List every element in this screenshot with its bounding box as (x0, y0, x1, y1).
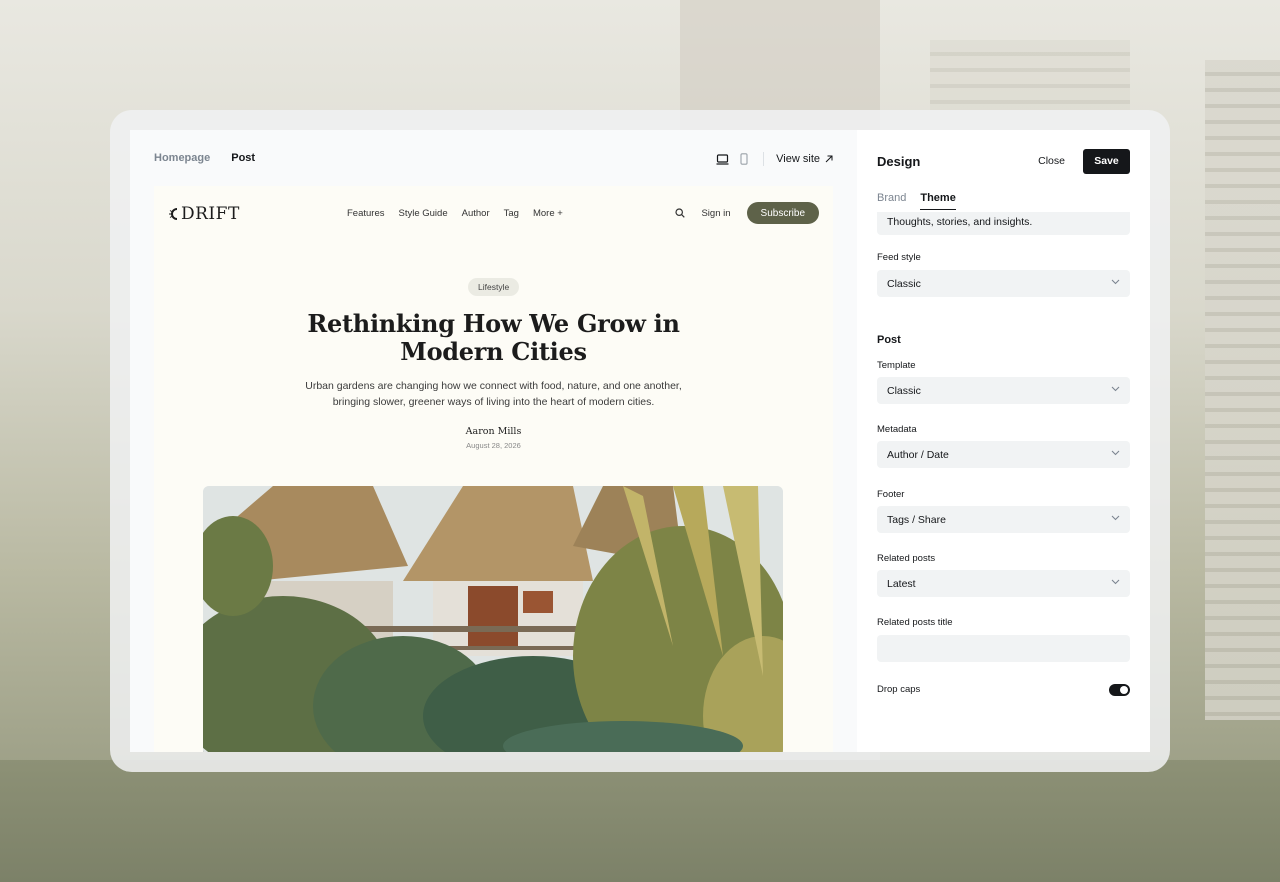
site-nav-actions: Sign in Subscribe (675, 202, 819, 224)
footer-label: Footer (877, 489, 905, 500)
tab-theme[interactable]: Theme (920, 192, 956, 210)
post-section-title: Post (877, 334, 901, 346)
panel-tabs: Brand Theme (877, 192, 964, 210)
metadata-value: Author / Date (887, 448, 949, 461)
preview-tabs: Homepage Post (154, 152, 255, 164)
post-excerpt: Urban gardens are changing how we connec… (305, 380, 682, 408)
design-editor-window: Homepage Post View site DRIFT Features S… (130, 130, 1150, 752)
nav-more[interactable]: More + (533, 208, 563, 219)
feed-style-label: Feed style (877, 252, 921, 263)
external-link-icon (825, 155, 833, 163)
site-nav-links: Features Style Guide Author Tag More + (347, 208, 563, 219)
panel-scroll-area[interactable]: Thoughts, stories, and insights. Feed st… (857, 212, 1150, 752)
view-site-label: View site (776, 153, 820, 165)
footer-value: Tags / Share (887, 513, 946, 526)
background-shutter-top (930, 40, 1130, 110)
mobile-icon[interactable] (737, 152, 751, 166)
preview-pane: Homepage Post View site DRIFT Features S… (130, 130, 857, 752)
design-panel: Design Close Save Thoughts, stories, and… (857, 130, 1150, 752)
nav-tag[interactable]: Tag (504, 208, 519, 219)
panel-title: Design (877, 153, 921, 169)
related-posts-select[interactable]: Latest (877, 570, 1130, 597)
sign-in-link[interactable]: Sign in (701, 208, 730, 219)
logo-sun-icon (169, 208, 178, 220)
background-shutter (1205, 60, 1280, 720)
chevron-down-icon (1111, 279, 1120, 285)
nav-features[interactable]: Features (347, 208, 385, 219)
desktop-icon[interactable] (715, 152, 729, 166)
post-title: Rethinking How We Grow in Modern Cities (307, 309, 680, 366)
template-label: Template (877, 360, 916, 371)
site-navigation: DRIFT Features Style Guide Author Tag Mo… (154, 186, 833, 242)
save-button[interactable]: Save (1083, 148, 1130, 174)
logo-text: DRIFT (181, 204, 240, 224)
chevron-down-icon (1111, 579, 1120, 585)
preview-toolbar: View site (715, 152, 833, 166)
related-posts-title-label: Related posts title (877, 617, 953, 628)
metadata-label: Metadata (877, 424, 917, 435)
panel-header: Design Close Save (877, 148, 1130, 174)
nav-style-guide[interactable]: Style Guide (399, 208, 448, 219)
post-date: August 28, 2026 (466, 441, 521, 450)
tab-homepage[interactable]: Homepage (154, 152, 210, 164)
chevron-down-icon (1111, 450, 1120, 456)
footer-select[interactable]: Tags / Share (877, 506, 1130, 533)
related-posts-label: Related posts (877, 553, 936, 564)
post-author[interactable]: Aaron Mills (154, 426, 833, 437)
related-posts-value: Latest (887, 577, 916, 590)
post-tag[interactable]: Lifestyle (468, 278, 520, 296)
search-icon[interactable] (675, 208, 686, 218)
drop-caps-label: Drop caps (877, 684, 921, 695)
toolbar-divider (763, 152, 765, 166)
nav-author[interactable]: Author (462, 208, 490, 219)
view-site-link[interactable]: View site (776, 153, 833, 165)
site-preview: DRIFT Features Style Guide Author Tag Mo… (154, 186, 833, 752)
tab-post[interactable]: Post (231, 152, 255, 164)
feed-style-value: Classic (887, 277, 921, 290)
site-description-value: Thoughts, stories, and insights. (887, 215, 1033, 228)
metadata-select[interactable]: Author / Date (877, 441, 1130, 468)
background-floor (0, 760, 1280, 882)
template-select[interactable]: Classic (877, 377, 1130, 404)
feed-style-select[interactable]: Classic (877, 270, 1130, 297)
drop-caps-toggle[interactable] (1109, 684, 1130, 696)
template-value: Classic (887, 384, 921, 397)
feature-image (203, 486, 783, 752)
site-logo[interactable]: DRIFT (168, 204, 240, 224)
chevron-down-icon (1111, 515, 1120, 521)
tab-brand[interactable]: Brand (877, 192, 906, 210)
subscribe-button[interactable]: Subscribe (746, 202, 819, 224)
chevron-down-icon (1111, 386, 1120, 392)
related-posts-title-input[interactable] (877, 635, 1130, 662)
close-button[interactable]: Close (1038, 155, 1065, 167)
site-description-field[interactable]: Thoughts, stories, and insights. (877, 212, 1130, 235)
